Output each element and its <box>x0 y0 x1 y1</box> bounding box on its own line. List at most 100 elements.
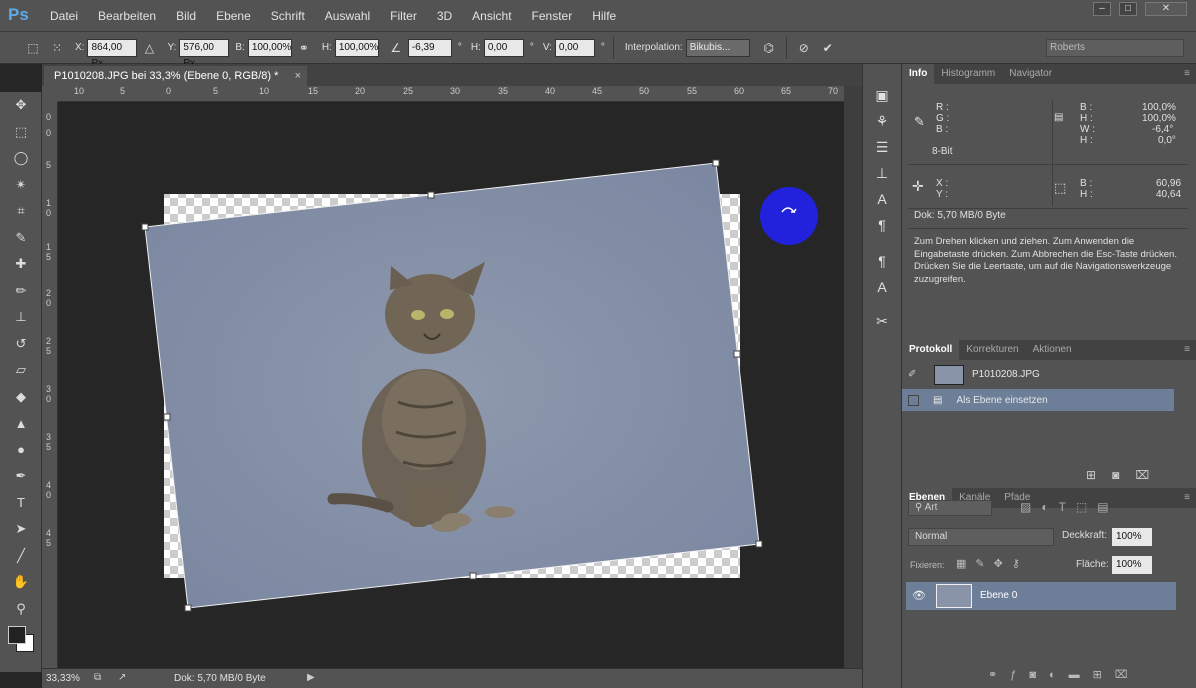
history-brush-icon[interactable]: ↺ <box>0 331 42 358</box>
panel-menu-icon[interactable]: ≡ <box>1184 340 1190 360</box>
eraser-tool-icon[interactable]: ▱ <box>0 357 42 384</box>
transform-tool-icon[interactable]: ⬚ <box>24 39 42 57</box>
adjust-filter-icon[interactable]: ◐ <box>1041 500 1058 514</box>
lock-pixels-icon[interactable]: ✎ <box>975 558 993 570</box>
delete-layer-icon[interactable]: ⌧ <box>1115 669 1141 681</box>
move-tool-icon[interactable]: ✥ <box>0 92 42 119</box>
marquee-tool-icon[interactable]: ⬚ <box>0 119 42 146</box>
y-field[interactable]: 576,00 Px <box>179 38 230 69</box>
visibility-eye-icon[interactable]: 👁 <box>912 589 926 602</box>
line-tool-icon[interactable]: ╱ <box>0 543 42 570</box>
menu-ebene[interactable]: Ebene <box>206 9 261 23</box>
path-select-icon[interactable]: ➤ <box>0 516 42 543</box>
minimize-button[interactable]: ‒ <box>1093 2 1111 16</box>
status-menu-icon[interactable]: ▶ <box>307 672 315 683</box>
clone-source-icon[interactable]: ⊥ <box>863 160 901 186</box>
menu-filter[interactable]: Filter <box>380 9 427 23</box>
healing-brush-icon[interactable]: ✚ <box>0 251 42 278</box>
layer-filter-select[interactable]: ⚲ Art <box>908 500 992 516</box>
hskew-field[interactable]: 0,00 <box>483 38 524 57</box>
pen-tool-icon[interactable]: ✒ <box>0 463 42 490</box>
tab-info[interactable]: Info <box>902 64 935 84</box>
pixel-filter-icon[interactable]: ▨ <box>1020 500 1041 514</box>
hand-tool-icon[interactable]: ✋ <box>0 569 42 596</box>
adjustments-icon[interactable]: ☰ <box>863 134 901 160</box>
tools-preset-icon[interactable]: ✂ <box>863 308 901 334</box>
adjustment-layer-icon[interactable]: ◐ <box>1049 669 1069 681</box>
blur-tool-icon[interactable]: ▲ <box>0 410 42 437</box>
layer-name[interactable]: Ebene 0 <box>980 590 1017 601</box>
link-icon[interactable]: ⚭ <box>295 39 313 57</box>
lock-transparency-icon[interactable]: ▦ <box>956 558 975 570</box>
para-style-icon[interactable]: A <box>863 274 901 300</box>
document-tab[interactable]: P1010208.JPG bei 33,3% (Ebene 0, RGB/8) … <box>44 66 307 86</box>
tab-histogram[interactable]: Histogramm <box>934 64 1002 84</box>
dodge-tool-icon[interactable]: ● <box>0 437 42 464</box>
brush-preset-icon[interactable]: ⚘ <box>863 108 901 134</box>
magic-wand-icon[interactable]: ✴ <box>0 172 42 199</box>
history-checkbox[interactable] <box>908 394 919 406</box>
panel-menu-icon[interactable]: ≡ <box>1184 64 1190 84</box>
height-field[interactable]: 100,00% <box>334 38 379 57</box>
history-state-selected[interactable]: ▤ Als Ebene einsetzen <box>902 389 1174 411</box>
delta-icon[interactable]: △ <box>140 39 158 57</box>
lock-position-icon[interactable]: ✥ <box>994 558 1012 570</box>
proof-icon[interactable]: ⧉ <box>94 672 101 683</box>
lock-all-icon[interactable]: ⚷ <box>1012 558 1029 570</box>
reference-point-icon[interactable]: ⁙ <box>48 39 66 57</box>
angle-field[interactable]: -6,39 <box>407 38 452 57</box>
menu-fenster[interactable]: Fenster <box>522 9 583 23</box>
export-icon[interactable]: ↗ <box>118 672 126 683</box>
width-field[interactable]: 100,00% <box>247 38 292 57</box>
cancel-transform-icon[interactable]: ⊘ <box>795 39 813 57</box>
3d-panel-icon[interactable]: ▣ <box>863 82 901 108</box>
group-icon[interactable]: ▬ <box>1069 669 1093 681</box>
fill-field[interactable]: 100% <box>1112 556 1152 574</box>
type-tool-icon[interactable]: T <box>0 490 42 517</box>
crop-tool-icon[interactable]: ⌗ <box>0 198 42 225</box>
stamp-tool-icon[interactable]: ⊥ <box>0 304 42 331</box>
workspace-select[interactable]: Roberts <box>1046 38 1184 57</box>
tab-navigator[interactable]: Navigator <box>1002 64 1059 84</box>
tab-actions[interactable]: Aktionen <box>1026 340 1079 360</box>
warp-icon[interactable]: ⌬ <box>760 39 778 57</box>
eyedropper-icon[interactable]: ✎ <box>0 225 42 252</box>
menu-hilfe[interactable]: Hilfe <box>582 9 626 23</box>
history-brush-source-icon[interactable]: ✐ <box>908 369 926 380</box>
x-field[interactable]: 864,00 Px <box>87 38 138 69</box>
brush-tool-icon[interactable]: ✏ <box>0 278 42 305</box>
tab-corrections[interactable]: Korrekturen <box>959 340 1025 360</box>
link-layers-icon[interactable]: ⚭ <box>988 669 1010 681</box>
new-document-icon[interactable]: ⊞ <box>1086 468 1112 482</box>
menu-datei[interactable]: Datei <box>40 9 88 23</box>
panel-menu-icon[interactable]: ≡ <box>1184 488 1190 508</box>
color-swatches-icon[interactable] <box>0 622 42 662</box>
character-icon[interactable]: A <box>863 186 901 212</box>
history-snapshot[interactable]: ✐ P1010208.JPG <box>902 360 1196 389</box>
gradient-tool-icon[interactable]: ◆ <box>0 384 42 411</box>
type-filter-icon[interactable]: T <box>1059 500 1076 514</box>
close-tab-icon[interactable]: × <box>295 66 301 86</box>
lasso-tool-icon[interactable]: ◯ <box>0 145 42 172</box>
opacity-field[interactable]: 100% <box>1112 528 1152 546</box>
vertical-ruler[interactable]: 0 0 5 1 0 1 5 2 0 2 5 3 0 3 5 4 0 4 5 <box>42 102 58 668</box>
layer-row[interactable]: 👁 Ebene 0 <box>906 582 1176 610</box>
menu-bearbeiten[interactable]: Bearbeiten <box>88 9 166 23</box>
smart-filter-icon[interactable]: ▤ <box>1097 500 1118 514</box>
menu-schrift[interactable]: Schrift <box>261 9 315 23</box>
snapshot-icon[interactable]: ◙ <box>1112 468 1135 482</box>
maximize-button[interactable]: □ <box>1119 2 1137 16</box>
shape-filter-icon[interactable]: ⬚ <box>1076 500 1097 514</box>
tab-history[interactable]: Protokoll <box>902 340 960 360</box>
zoom-tool-icon[interactable]: ⚲ <box>0 596 42 623</box>
document-canvas[interactable] <box>58 102 844 668</box>
mask-icon[interactable]: ◙ <box>1029 669 1049 681</box>
menu-ansicht[interactable]: Ansicht <box>462 9 521 23</box>
menu-bild[interactable]: Bild <box>166 9 206 23</box>
delete-icon[interactable]: ⌧ <box>1135 468 1165 482</box>
horizontal-ruler[interactable]: 10 5 0 5 10 15 20 25 30 35 40 45 50 55 6… <box>58 86 844 102</box>
zoom-level[interactable]: 33,33% <box>46 673 80 684</box>
close-window-button[interactable]: ✕ <box>1145 2 1187 16</box>
blend-mode-select[interactable]: Normal <box>908 528 1054 546</box>
menu-auswahl[interactable]: Auswahl <box>315 9 380 23</box>
